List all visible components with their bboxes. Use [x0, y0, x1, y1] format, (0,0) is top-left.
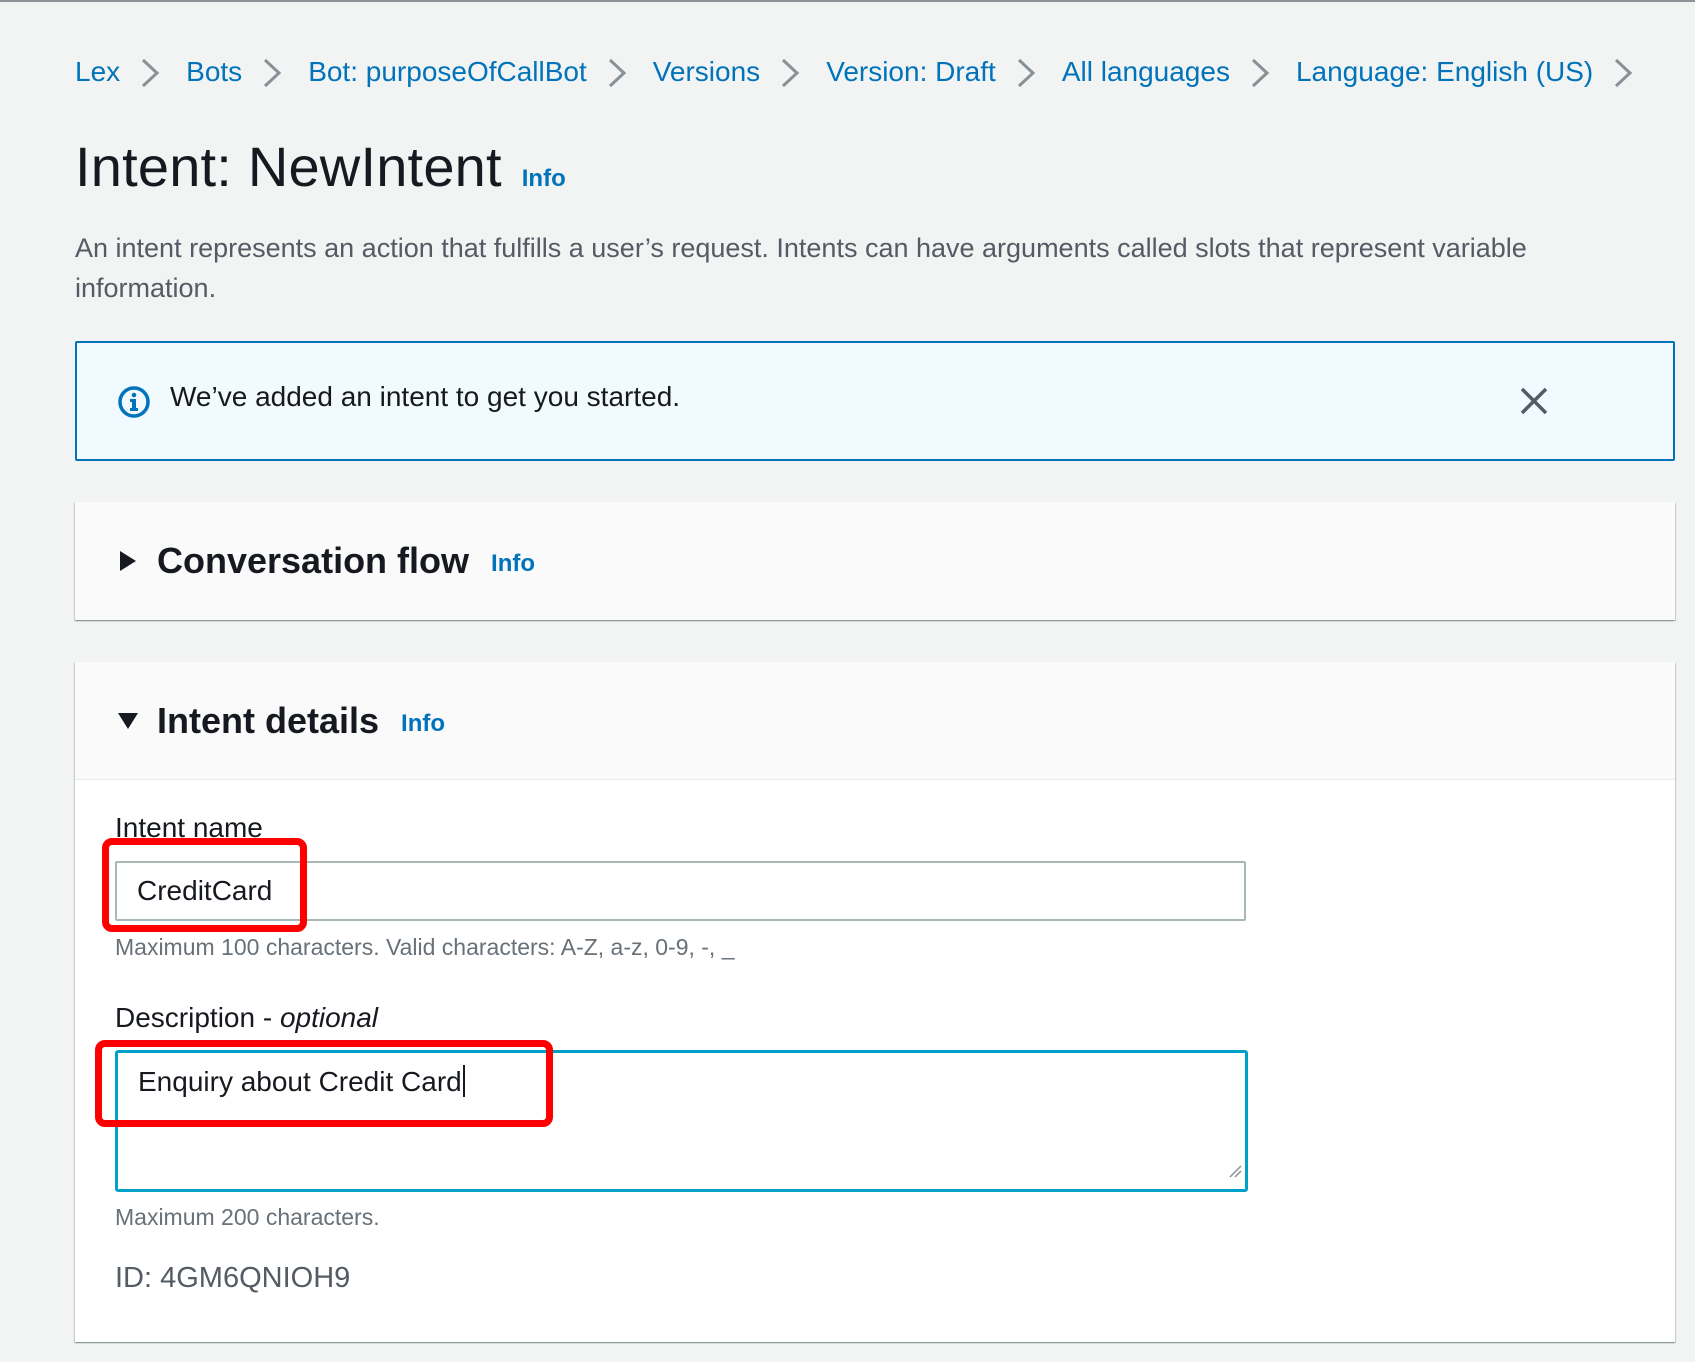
intent-details-toggle[interactable]: Intent details Info: [75, 662, 1675, 780]
conversation-flow-panel: Conversation flow Info: [75, 502, 1675, 620]
text-cursor: [462, 1065, 465, 1097]
info-flashbar: We’ve added an intent to get you started…: [75, 341, 1675, 461]
intent-name-input[interactable]: CreditCard: [115, 861, 1246, 921]
intent-name-label: Intent name: [115, 812, 263, 843]
intent-details-title: Intent details: [157, 699, 380, 741]
breadcrumb-item-bot[interactable]: Bot: purposeOfCallBot: [308, 56, 587, 88]
intent-id: ID: 4GM6QNIOH9: [115, 1262, 351, 1294]
description-hint: Maximum 200 characters.: [115, 1204, 380, 1230]
breadcrumb-item-versions[interactable]: Versions: [653, 56, 760, 88]
conversation-flow-toggle[interactable]: Conversation flow Info: [75, 502, 1675, 620]
chevron-right-icon: [242, 56, 308, 88]
conversation-flow-title: Conversation flow: [157, 540, 470, 581]
chevron-right-icon: [120, 56, 186, 88]
close-icon[interactable]: [1517, 384, 1551, 418]
chevron-right-icon: [996, 56, 1062, 88]
flash-message: We’ve added an intent to get you started…: [170, 381, 681, 412]
description-optional-text: optional: [279, 1002, 379, 1033]
intent-details-panel: Intent details Info Intent name CreditCa…: [75, 662, 1675, 1342]
conversation-flow-info-link[interactable]: Info: [491, 550, 535, 578]
resize-handle-icon[interactable]: [1228, 1152, 1242, 1186]
breadcrumb-item-version-draft[interactable]: Version: Draft: [826, 56, 996, 88]
page: Lex Bots Bot: purposeOfCallBot Versions …: [0, 0, 1695, 1362]
caret-down-icon: [117, 710, 139, 732]
page-info-link[interactable]: Info: [522, 165, 566, 193]
breadcrumb-item-all-languages[interactable]: All languages: [1062, 56, 1230, 88]
description-value: Enquiry about Credit Card: [138, 1066, 462, 1097]
intent-name-hint: Maximum 100 characters. Valid characters…: [115, 934, 735, 960]
page-header: Intent: NewIntent Info: [75, 134, 566, 199]
breadcrumb: Lex Bots Bot: purposeOfCallBot Versions …: [75, 50, 1659, 94]
breadcrumb-item-language[interactable]: Language: English (US): [1296, 56, 1593, 88]
top-divider: [0, 0, 1695, 2]
description-label: Description - optional: [115, 1002, 378, 1034]
info-circle-icon: [117, 385, 151, 424]
page-description: An intent represents an action that fulf…: [75, 233, 1527, 303]
chevron-right-icon: [1593, 56, 1659, 88]
chevron-right-icon: [760, 56, 826, 88]
caret-right-icon: [117, 550, 139, 572]
breadcrumb-item-lex[interactable]: Lex: [75, 56, 120, 88]
intent-details-info-link[interactable]: Info: [401, 710, 445, 738]
description-textarea[interactable]: Enquiry about Credit Card: [115, 1050, 1248, 1192]
breadcrumb-item-bots[interactable]: Bots: [186, 56, 242, 88]
description-label-text: Description -: [115, 1002, 280, 1033]
page-title: Intent: NewIntent: [75, 135, 502, 198]
chevron-right-icon: [587, 56, 653, 88]
chevron-right-icon: [1230, 56, 1296, 88]
